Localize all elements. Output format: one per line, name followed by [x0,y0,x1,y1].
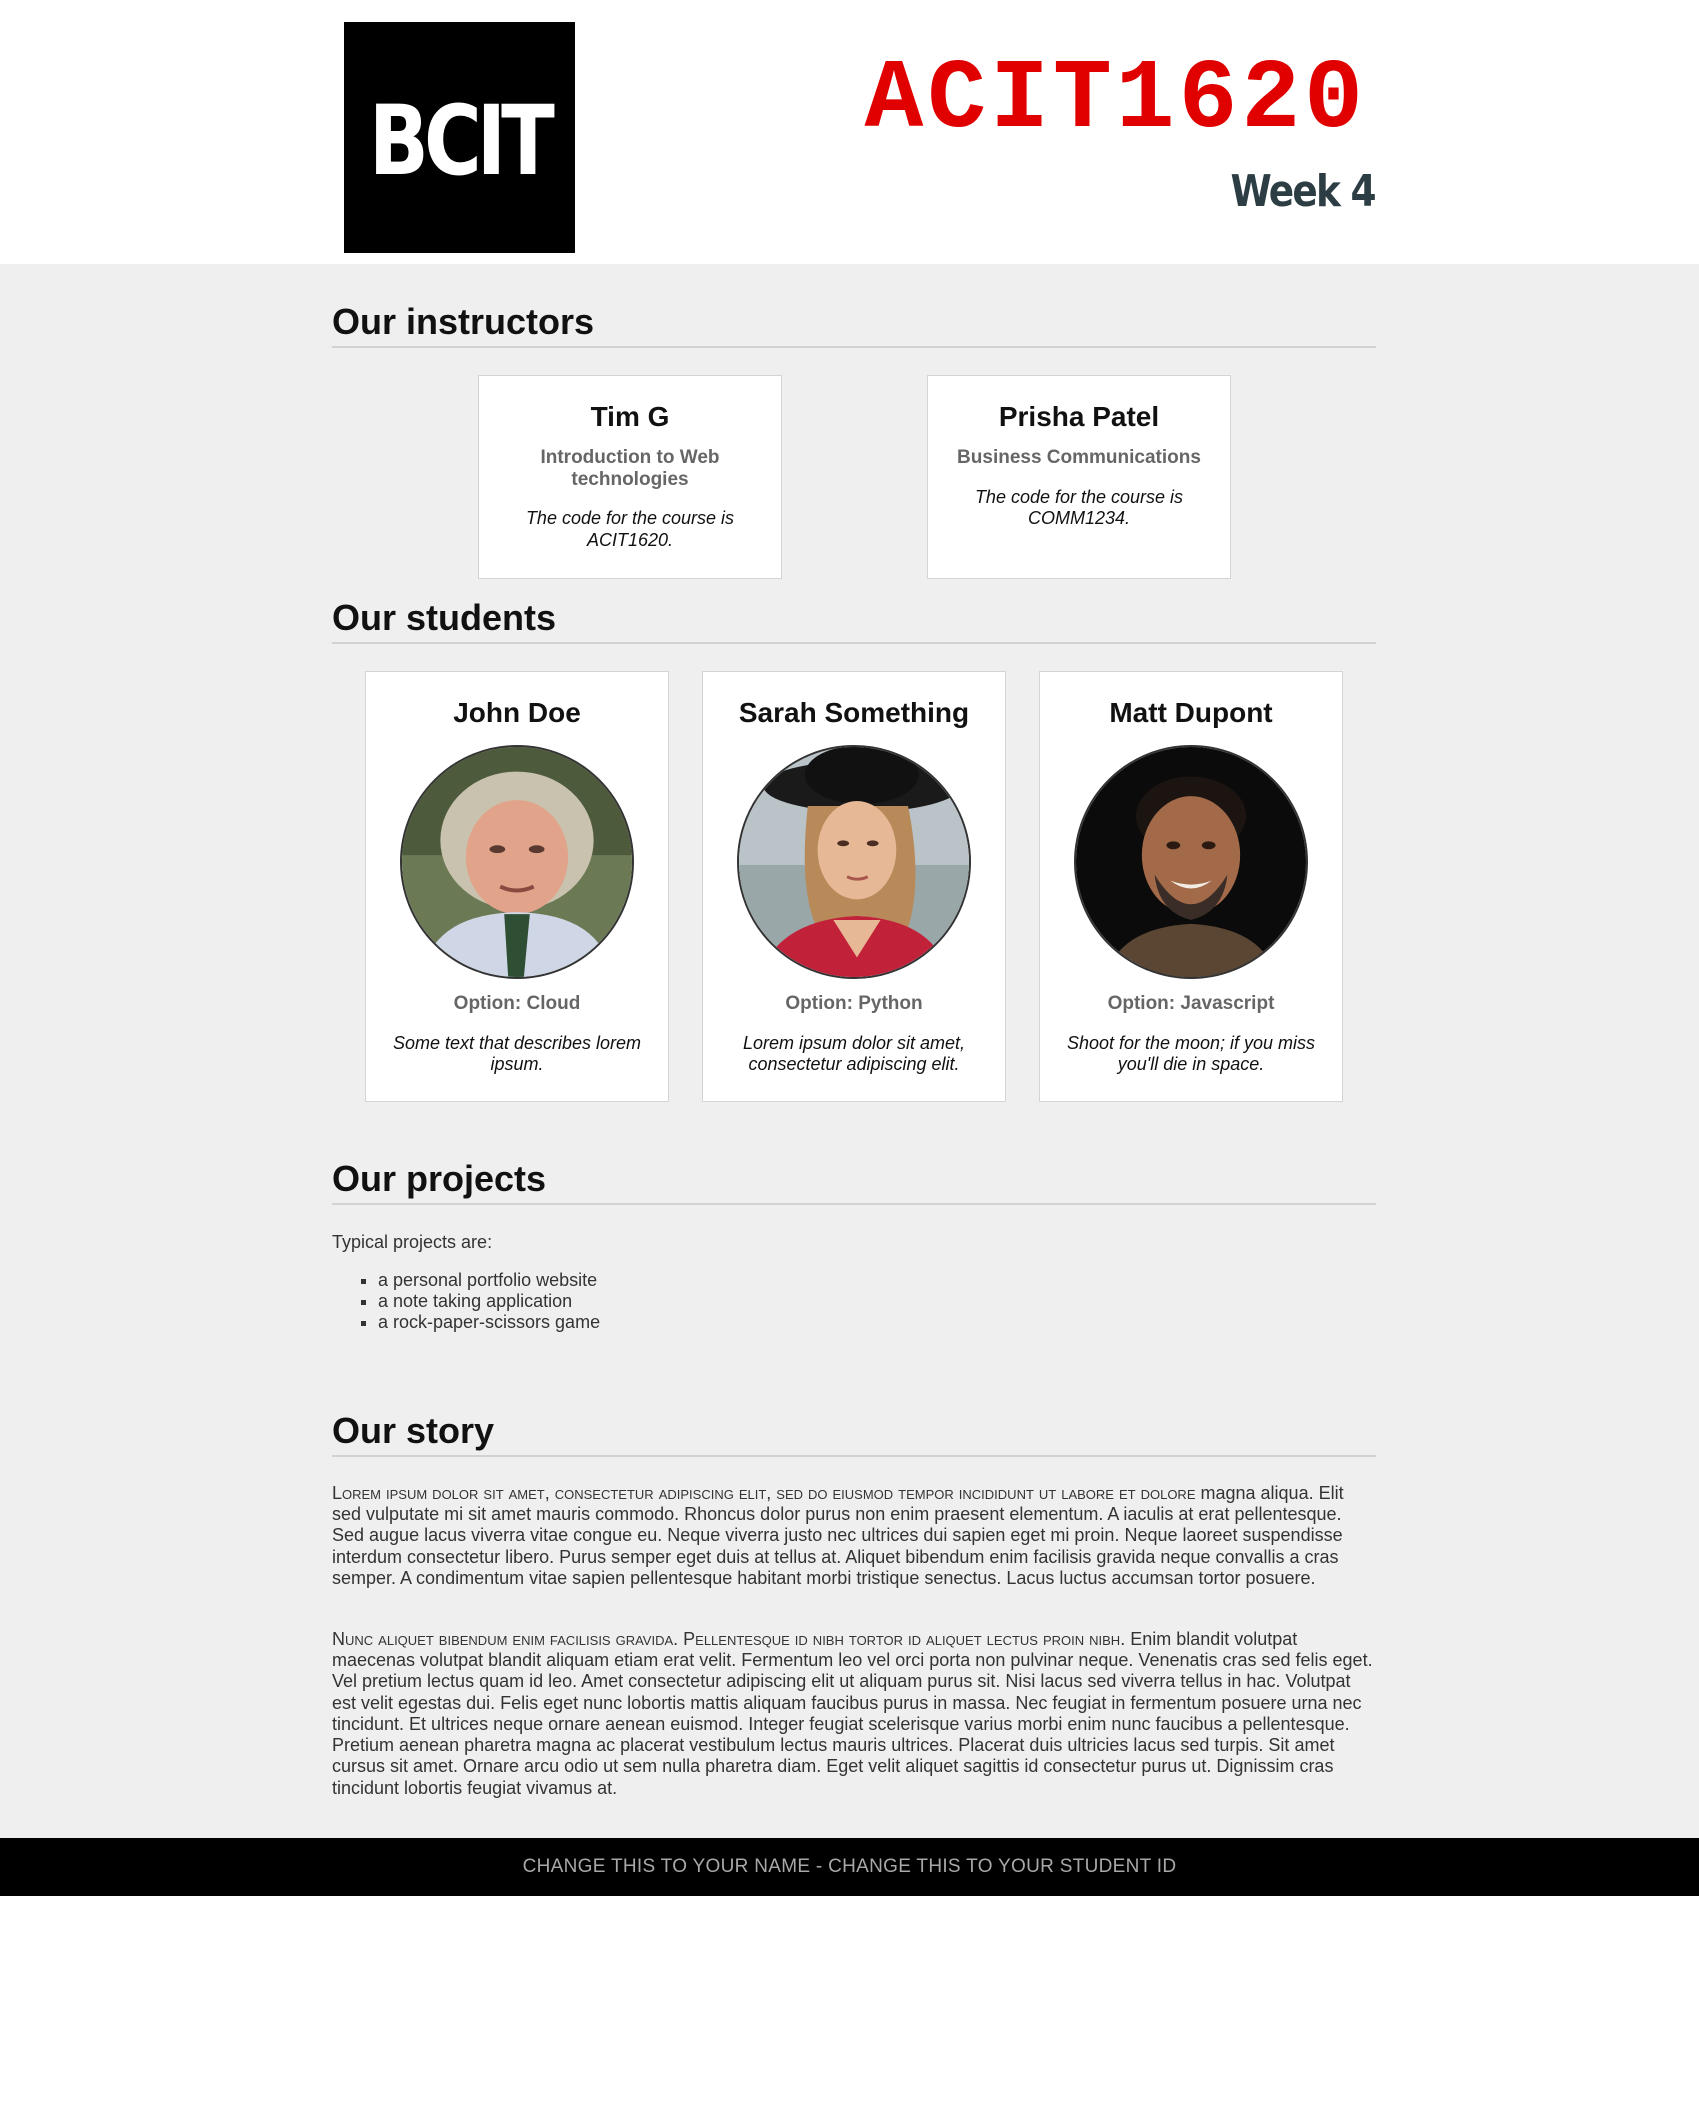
students-heading: Our students [332,600,1376,644]
story-paragraph: Lorem ipsum dolor sit amet, consectetur … [332,1483,1376,1589]
student-photo-matt [1076,746,1306,977]
student-name: John Doe [453,697,581,728]
instructor-course: Business Communications [957,446,1201,468]
main-content: Our instructors Tim G Introduction to We… [0,264,1699,1838]
student-photo [1074,744,1308,979]
instructor-description: The code for the course is COMM1234. [974,486,1184,529]
footer-text: CHANGE THIS TO YOUR NAME - CHANGE THIS T… [522,1856,1177,1877]
instructor-card: Tim G Introduction to Web technologies T… [478,375,782,579]
student-option: Option: Cloud [453,992,581,1014]
student-photo-john [402,746,632,977]
course-code-title: ACIT1620 [864,45,1367,156]
story-paragraph-body: Enim blandit volutpat maecenas volutpat … [332,1629,1373,1798]
instructor-name: Prisha Patel [998,401,1160,432]
page-header: BCIT ACIT1620 Week 4 [0,0,1699,264]
student-description: Lorem ipsum dolor sit amet, consectetur … [742,1032,966,1075]
student-card: Matt Dupont Option: Javascript Shoot for… [1039,671,1343,1102]
list-item: a rock-paper-scissors game [378,1312,600,1333]
instructor-description: The code for the course is ACIT1620. [525,508,735,551]
projects-list: a personal portfolio website a note taki… [360,1270,600,1334]
page-footer: CHANGE THIS TO YOUR NAME - CHANGE THIS T… [0,1838,1699,1896]
student-description: Some text that describes lorem ipsum. [392,1032,642,1075]
list-item: a personal portfolio website [378,1270,600,1291]
student-card: John Doe Option: Cloud Some text that de… [365,671,669,1102]
projects-intro: Typical projects are: [332,1232,493,1252]
student-photo [737,744,971,979]
story-heading: Our story [332,1413,1376,1457]
student-card: Sarah Something Option: Python Lorem ips… [702,671,1006,1102]
student-name: Sarah Something [738,697,970,728]
bcit-logo: BCIT [344,22,575,253]
student-description: Shoot for the moon; if you miss you'll d… [1066,1032,1316,1075]
week-label: Week 4 [1230,166,1377,217]
student-name: Matt Dupont [1109,697,1273,728]
instructor-card: Prisha Patel Business Communications The… [927,375,1231,579]
student-option: Option: Javascript [1107,992,1275,1014]
story-paragraph-lead: Nunc aliquet bibendum enim facilisis gra… [332,1629,1126,1649]
story-paragraph-lead: Lorem ipsum dolor sit amet, consectetur … [332,1483,1196,1503]
instructor-name: Tim G [590,401,670,432]
story-paragraph: Nunc aliquet bibendum enim facilisis gra… [332,1629,1376,1799]
logo-text: BCIT [368,84,555,197]
instructor-course: Introduction to Web technologies [540,446,720,490]
projects-heading: Our projects [332,1161,1376,1205]
list-item: a note taking application [378,1291,600,1312]
student-photo [400,744,634,979]
student-photo-sarah [739,746,969,977]
instructors-heading: Our instructors [332,304,1376,348]
student-option: Option: Python [785,992,923,1014]
